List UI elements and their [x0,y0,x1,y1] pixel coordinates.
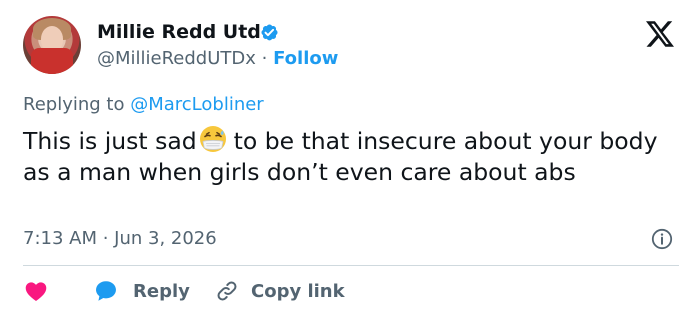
divider [23,265,679,266]
tweet-text-before: This is just sad [23,127,197,155]
reply-label: Reply [133,280,190,302]
reply-button[interactable]: Reply [93,276,190,306]
timestamp[interactable]: 7:13 AM · Jun 3, 2026 [23,228,217,249]
verified-badge-icon [261,24,278,41]
replying-to: Replying to @MarcLobliner [23,94,264,115]
follow-button[interactable]: Follow [273,48,338,69]
copy-link-button[interactable]: Copy link [215,276,345,306]
like-button[interactable] [23,276,49,306]
handle-row: @MillieReddUTDx · Follow [97,48,338,69]
copy-link-label: Copy link [251,280,345,302]
handle[interactable]: @MillieReddUTDx [97,48,256,69]
reply-bubble-icon [96,281,116,301]
link-icon [217,281,237,301]
x-logo-icon[interactable] [644,20,676,48]
replying-prefix: Replying to [23,94,131,115]
tweet-text: This is just sad to be that insecure abo… [23,124,673,188]
face-with-medical-mask-emoji-icon [199,126,226,152]
handle-separator: · [255,48,274,69]
heart-icon [25,282,47,301]
avatar-top [31,48,73,74]
display-name[interactable]: Millie Redd Utd [97,21,261,43]
info-icon[interactable] [651,228,673,250]
replying-mention-link[interactable]: @MarcLobliner [130,94,264,115]
avatar[interactable] [23,16,81,74]
